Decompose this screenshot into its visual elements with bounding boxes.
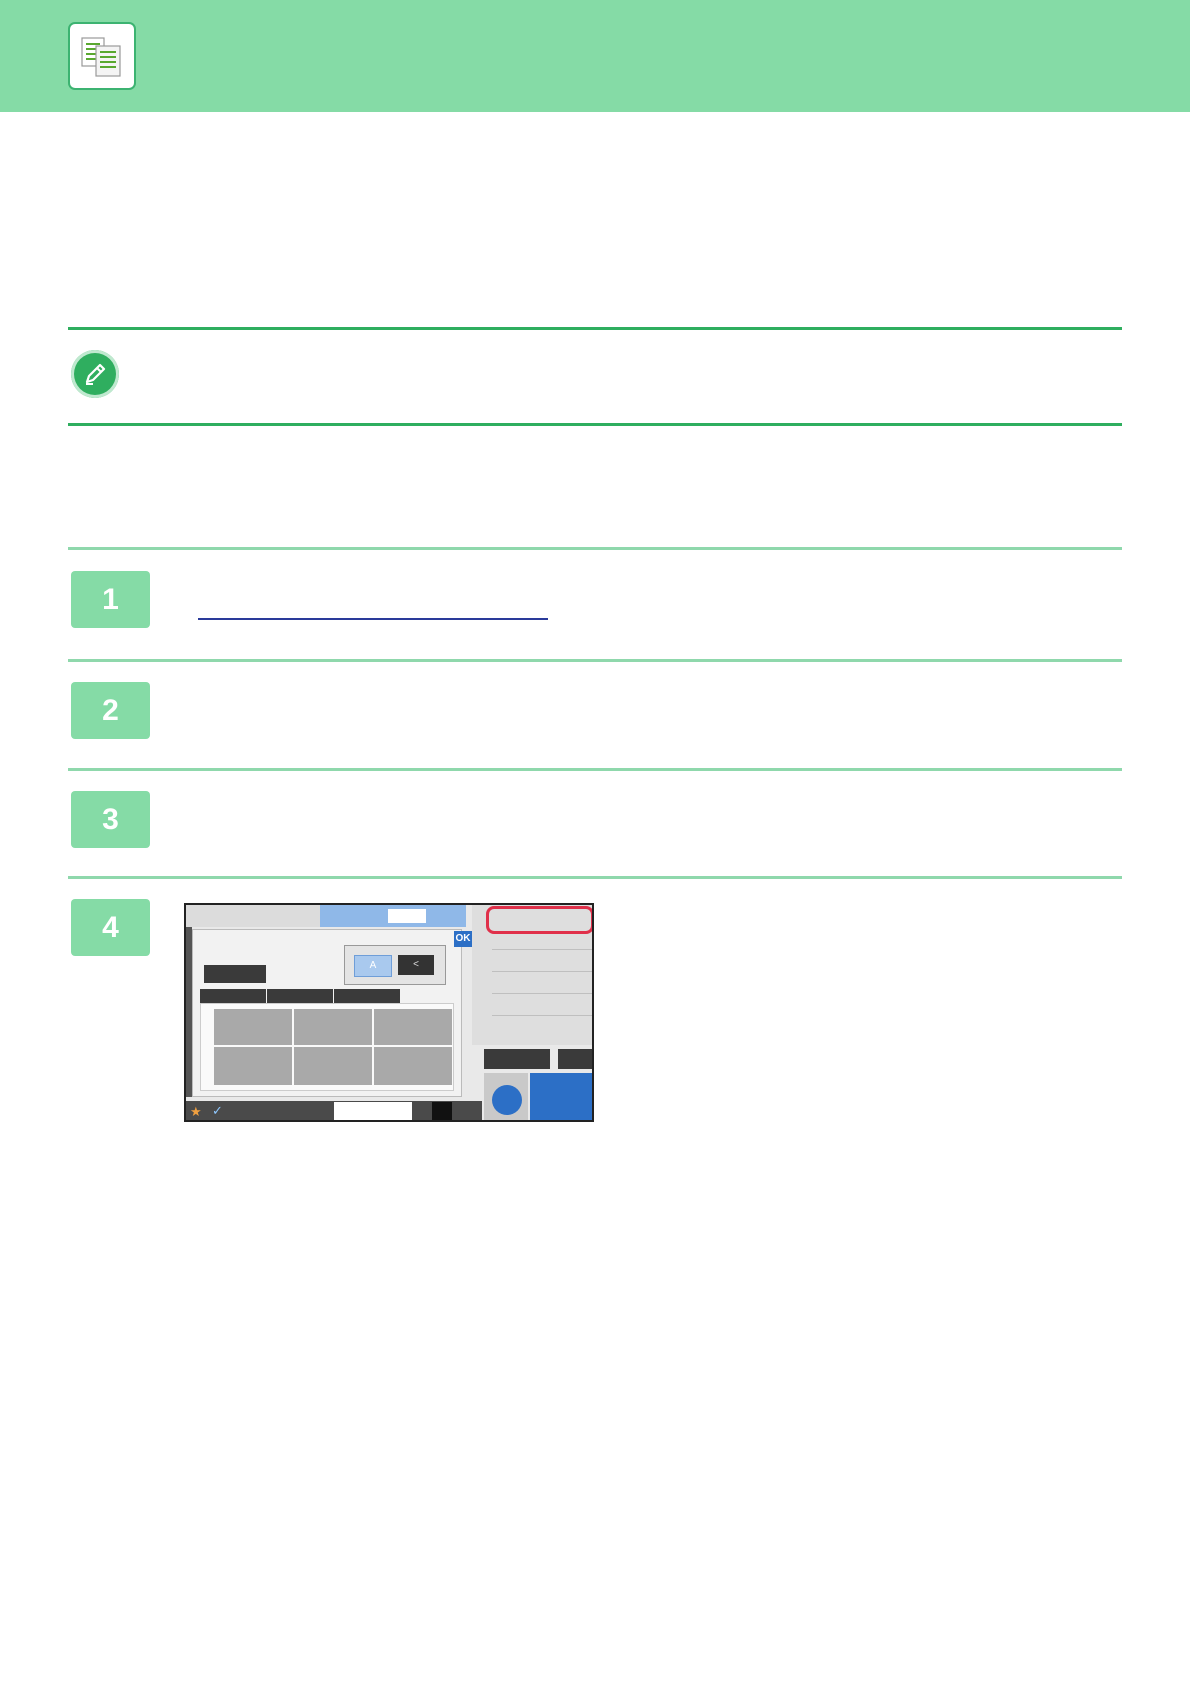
tab-2[interactable] bbox=[267, 989, 333, 1003]
check-icon[interactable]: ✓ bbox=[212, 1103, 223, 1119]
star-icon[interactable]: ★ bbox=[190, 1104, 202, 1120]
step-4-badge: 4 bbox=[71, 899, 150, 956]
step-number: 4 bbox=[102, 911, 119, 944]
orientation-option-b[interactable]: < bbox=[398, 955, 434, 975]
step-1-link[interactable] bbox=[198, 618, 548, 620]
divider bbox=[492, 993, 592, 994]
step-divider bbox=[68, 547, 1122, 550]
grid-cell[interactable] bbox=[374, 1047, 452, 1085]
orientation-option-a[interactable]: A bbox=[354, 955, 392, 977]
thumbnail-dark bbox=[432, 1102, 452, 1120]
dialog-button[interactable] bbox=[204, 965, 266, 983]
tab-3[interactable] bbox=[334, 989, 400, 1003]
divider bbox=[492, 1015, 592, 1016]
step-3-badge: 3 bbox=[71, 791, 150, 848]
grid-cell[interactable] bbox=[374, 1009, 452, 1045]
tab-1[interactable] bbox=[200, 989, 266, 1003]
note-bottom-rule bbox=[68, 423, 1122, 426]
divider bbox=[492, 971, 592, 972]
pencil-icon bbox=[71, 350, 119, 398]
panel-tab-field bbox=[388, 909, 426, 923]
grid-cell[interactable] bbox=[294, 1047, 372, 1085]
operation-panel-screenshot: OK A < ★ ✓ bbox=[184, 903, 594, 1122]
note-top-rule bbox=[68, 327, 1122, 330]
header-band bbox=[0, 0, 1190, 112]
preview-button[interactable] bbox=[484, 1049, 550, 1069]
grid-cell[interactable] bbox=[214, 1009, 292, 1045]
step-2-badge: 2 bbox=[71, 682, 150, 739]
grid-cell[interactable] bbox=[214, 1047, 292, 1085]
thumbnail-strip bbox=[334, 1102, 412, 1120]
color-start-icon[interactable] bbox=[530, 1073, 592, 1120]
step-divider bbox=[68, 768, 1122, 771]
step-number: 2 bbox=[102, 694, 119, 727]
step-number: 3 bbox=[102, 803, 119, 836]
step-number: 1 bbox=[102, 583, 119, 616]
side-button[interactable] bbox=[558, 1049, 592, 1069]
panel-top-bar bbox=[186, 905, 320, 927]
start-icon[interactable] bbox=[492, 1085, 522, 1115]
step-divider bbox=[68, 876, 1122, 879]
step-1-badge: 1 bbox=[71, 571, 150, 628]
grid-cell[interactable] bbox=[294, 1009, 372, 1045]
divider bbox=[492, 949, 592, 950]
step-divider bbox=[68, 659, 1122, 662]
copy-icon bbox=[68, 22, 136, 90]
ok-button[interactable]: OK bbox=[454, 931, 472, 947]
highlighted-button[interactable] bbox=[486, 906, 592, 934]
